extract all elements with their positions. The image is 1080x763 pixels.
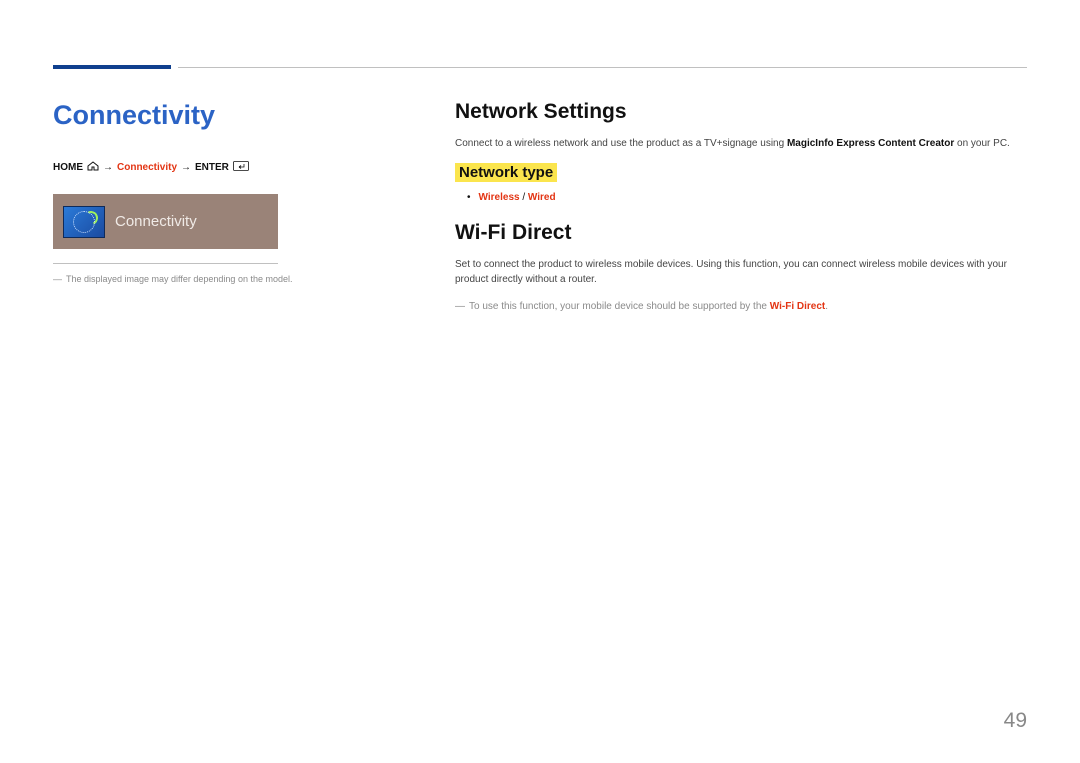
network-settings-desc: Connect to a wireless network and use th…: [455, 136, 1027, 151]
network-settings-heading: Network Settings: [455, 100, 1027, 124]
ns-desc-bold: MagicInfo Express Content Creator: [787, 138, 954, 149]
disclaimer-text: The displayed image may differ depending…: [66, 274, 292, 284]
section-title: Connectivity: [53, 100, 333, 131]
note-dash: ―: [455, 299, 465, 314]
section-accent-bar: [53, 65, 171, 69]
breadcrumb: HOME → Connectivity → ENTER: [53, 161, 333, 174]
wifi-direct-desc: Set to connect the product to wireless m…: [455, 257, 1027, 287]
breadcrumb-connectivity: Connectivity: [117, 162, 177, 173]
model-disclaimer: ― The displayed image may differ dependi…: [53, 274, 333, 284]
connectivity-tile-label: Connectivity: [115, 213, 197, 230]
disclaimer-dash: ―: [53, 274, 62, 284]
connectivity-tile: Connectivity: [53, 194, 278, 249]
connectivity-tile-icon: [63, 206, 105, 238]
bullet-dot: •: [467, 192, 471, 203]
breadcrumb-home: HOME: [53, 162, 83, 173]
note-pre: To use this function, your mobile device…: [469, 301, 770, 312]
option-wireless: Wireless: [479, 192, 520, 203]
option-slash: /: [520, 192, 528, 203]
network-type-subheading: Network type: [455, 163, 557, 182]
left-column: Connectivity HOME → Connectivity → ENTER…: [53, 100, 333, 284]
breadcrumb-enter: ENTER: [195, 162, 229, 173]
option-wired: Wired: [528, 192, 556, 203]
breadcrumb-arrow-1: →: [103, 162, 113, 173]
enter-icon: [233, 161, 249, 174]
wifi-direct-note: ― To use this function, your mobile devi…: [455, 299, 1027, 314]
top-horizontal-rule: [178, 67, 1027, 68]
note-body: To use this function, your mobile device…: [469, 299, 828, 314]
breadcrumb-arrow-2: →: [181, 162, 191, 173]
left-divider: [53, 263, 278, 264]
ns-desc-pre: Connect to a wireless network and use th…: [455, 138, 787, 149]
right-column: Network Settings Connect to a wireless n…: [455, 100, 1027, 314]
network-type-options: • Wireless / Wired: [467, 192, 1027, 203]
ns-desc-post: on your PC.: [954, 138, 1010, 149]
page-number: 49: [1004, 709, 1027, 733]
note-post: .: [825, 301, 828, 312]
note-bold: Wi-Fi Direct: [770, 301, 825, 312]
wifi-direct-heading: Wi-Fi Direct: [455, 221, 1027, 245]
home-icon: [87, 161, 99, 174]
